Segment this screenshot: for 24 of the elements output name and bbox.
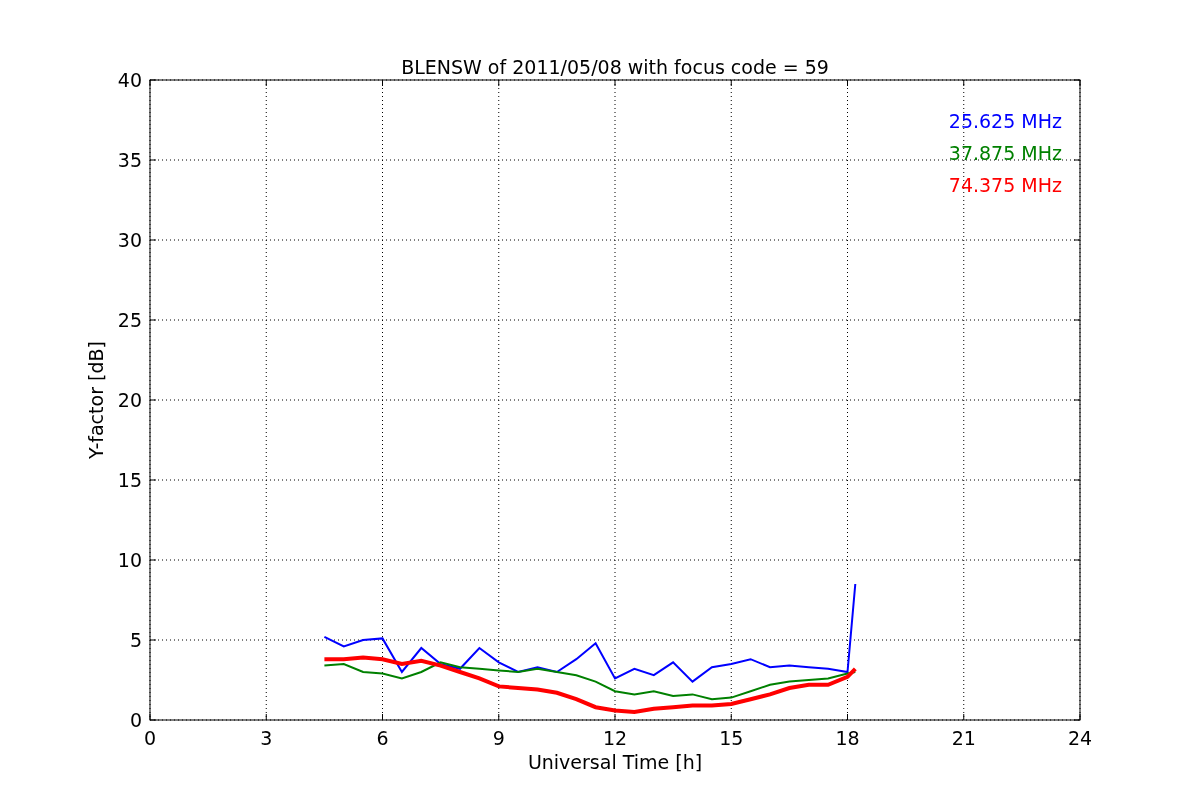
tick-label: 6 [376, 727, 389, 749]
legend-label: 37.875 MHz [948, 142, 1062, 164]
legend-label: 74.375 MHz [948, 174, 1062, 196]
legend-label: 25.625 MHz [948, 110, 1062, 132]
tick-label: 35 [117, 149, 142, 171]
tick-label: 3 [260, 727, 273, 749]
tick-label: 15 [719, 727, 744, 749]
tick-label: 5 [129, 629, 142, 651]
tick-label: 18 [835, 727, 860, 749]
tick-label: 21 [951, 727, 976, 749]
tick-label: 30 [117, 229, 142, 251]
tick-label: 0 [143, 727, 157, 749]
tick-label: 20 [117, 389, 142, 411]
tick-label: 0 [129, 709, 142, 731]
chart-title: BLENSW of 2011/05/08 with focus code = 59 [401, 56, 829, 78]
tick-label: 40 [117, 69, 142, 91]
y-axis-label: Y-factor [dB] [85, 341, 107, 459]
tick-label: 10 [117, 549, 142, 571]
tick-label: 9 [492, 727, 505, 749]
tick-label: 12 [602, 727, 628, 749]
x-axis-label: Universal Time [h] [527, 751, 703, 773]
tick-label: 25 [117, 309, 142, 331]
tick-label: 24 [1067, 727, 1093, 749]
tick-label: 15 [117, 469, 142, 491]
